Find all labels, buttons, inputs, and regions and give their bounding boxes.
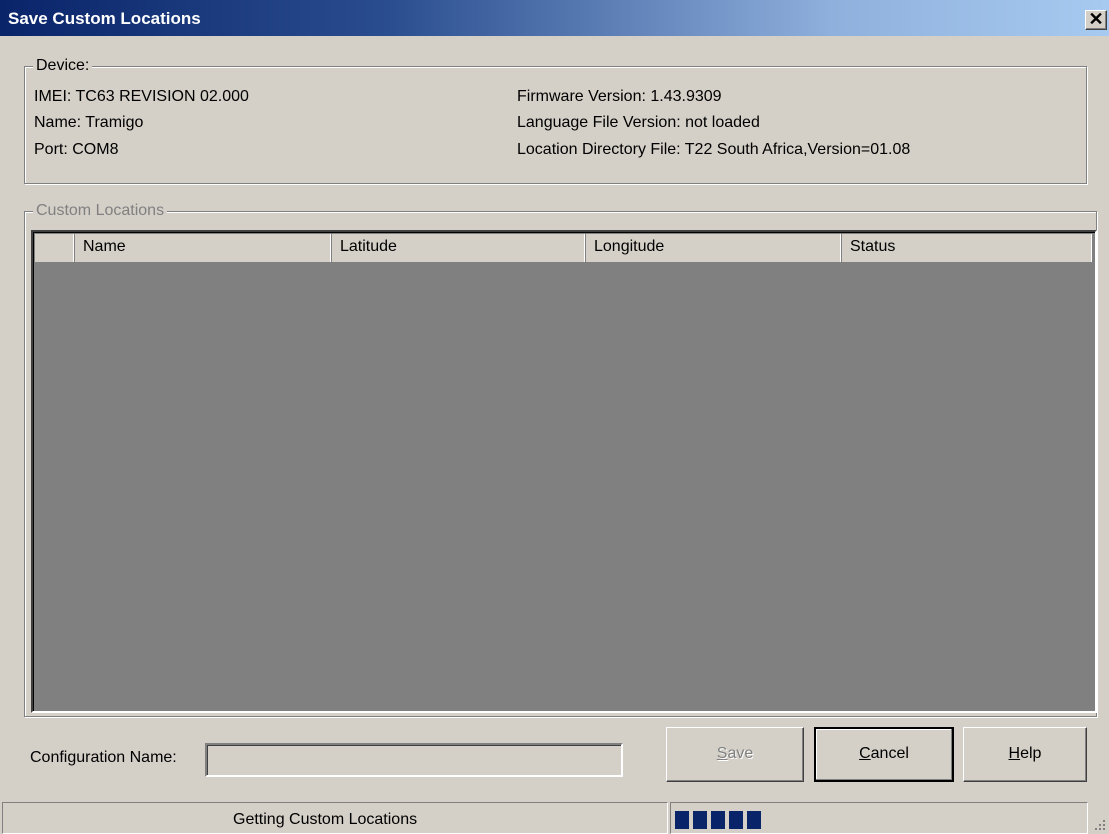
column-header-longitude[interactable]: Longitude [586, 234, 842, 262]
progress-block [711, 811, 725, 829]
configuration-name-input[interactable] [205, 743, 623, 777]
cancel-button[interactable]: Cancel [814, 727, 954, 782]
column-header-name[interactable]: Name [75, 234, 332, 262]
device-imei: IMEI: TC63 REVISION 02.000 [34, 88, 249, 105]
help-mnemonic: H [1008, 745, 1021, 762]
save-mnemonic: S [716, 745, 728, 762]
list-header: Name Latitude Longitude Status [35, 234, 1093, 262]
close-button[interactable]: ✕ [1085, 10, 1107, 30]
configuration-name-label: Configuration Name: [30, 749, 177, 766]
column-header-status[interactable]: Status [842, 234, 1093, 262]
custom-locations-list[interactable]: Name Latitude Longitude Status [31, 230, 1097, 713]
cancel-label: ancel [870, 745, 909, 762]
status-text-panel: Getting Custom Locations [2, 802, 668, 834]
help-button[interactable]: Help [963, 727, 1087, 782]
close-icon: ✕ [1088, 9, 1104, 29]
window-title: Save Custom Locations [8, 9, 201, 28]
firmware-version: Firmware Version: 1.43.9309 [517, 88, 722, 105]
resize-grip-icon[interactable] [1093, 818, 1107, 832]
custom-locations-legend: Custom Locations [33, 202, 168, 220]
progress-block [729, 811, 743, 829]
status-text: Getting Custom Locations [233, 811, 418, 828]
progress-block [675, 811, 689, 829]
device-group-legend: Device: [33, 57, 93, 75]
location-directory-file: Location Directory File: T22 South Afric… [517, 141, 911, 158]
progress-block [747, 811, 761, 829]
language-file-version: Language File Version: not loaded [517, 114, 760, 131]
column-header-latitude[interactable]: Latitude [332, 234, 586, 262]
device-port: Port: COM8 [34, 141, 119, 158]
progress-bar [670, 802, 1088, 834]
column-header-select[interactable] [35, 234, 75, 262]
progress-block [693, 811, 707, 829]
save-label: ave [727, 745, 754, 762]
status-bar: Getting Custom Locations [0, 796, 1109, 834]
save-button[interactable]: Save [666, 727, 804, 782]
help-label: elp [1020, 745, 1042, 762]
cancel-mnemonic: C [859, 745, 871, 762]
title-bar[interactable]: Save Custom Locations ✕ [0, 0, 1109, 37]
device-name: Name: Tramigo [34, 114, 144, 131]
